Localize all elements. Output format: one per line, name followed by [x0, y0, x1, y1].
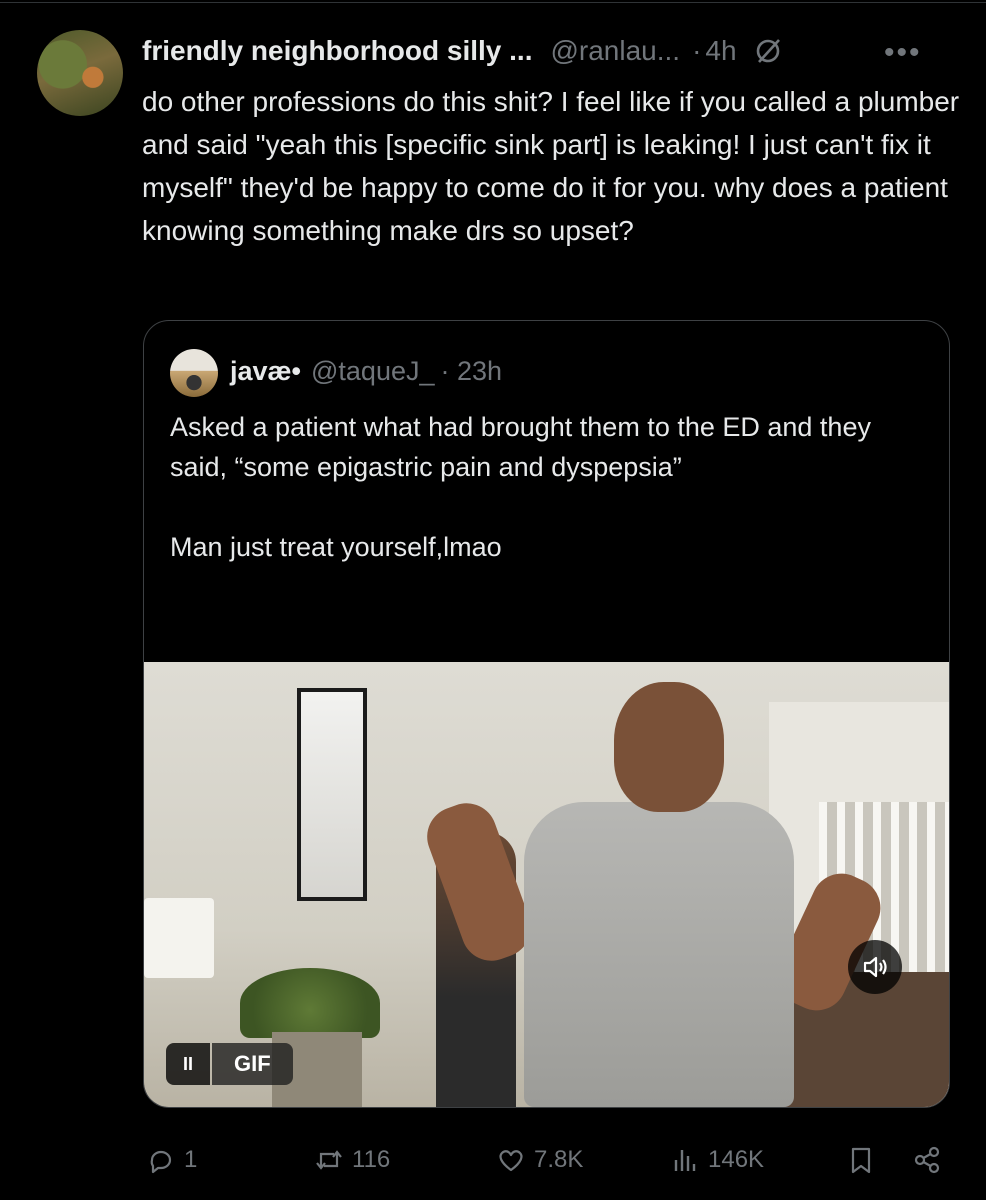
tweet-time[interactable]: 4h	[705, 35, 736, 67]
quoted-text: Asked a patient what had brought them to…	[170, 412, 871, 562]
more-icon[interactable]: •••	[884, 36, 922, 70]
grok-icon[interactable]	[753, 36, 783, 66]
bookmark-button[interactable]	[846, 1140, 884, 1180]
volume-icon[interactable]	[848, 940, 902, 994]
quoted-time: · 23h	[440, 355, 503, 386]
like-button[interactable]: 7.8K	[496, 1140, 583, 1180]
gif-man-torso	[524, 802, 794, 1107]
reply-button[interactable]: 1	[146, 1140, 197, 1180]
tweet-header: friendly neighborhood silly ... @ranlau.…	[142, 33, 783, 69]
view-count: 146K	[708, 1146, 765, 1173]
gif-man-head	[614, 682, 724, 812]
like-icon	[499, 1150, 523, 1172]
quoted-author-avatar[interactable]	[170, 349, 218, 397]
tweet-text: do other professions do this shit? I fee…	[142, 86, 967, 246]
gif-lamp	[144, 898, 214, 978]
gif-dancing-man	[418, 682, 891, 1107]
author-name[interactable]: friendly neighborhood silly ...	[142, 35, 532, 67]
gif-badge: GIF	[212, 1043, 293, 1085]
gif-wall-frame	[297, 688, 367, 901]
reply-icon	[150, 1150, 172, 1174]
quoted-header: javæ• @taqueJ_ · 23h	[230, 353, 502, 389]
action-bar: 1 116 7.8K 146K	[142, 1140, 962, 1180]
quoted-author-handle[interactable]: @taqueJ_	[311, 356, 435, 387]
bookmark-icon	[851, 1147, 871, 1174]
share-icon	[914, 1146, 940, 1174]
time-separator: ·	[692, 35, 702, 66]
quoted-author-name[interactable]: javæ•	[230, 356, 301, 387]
author-handle[interactable]: @ranlau...	[550, 35, 680, 67]
quoted-tweet[interactable]: javæ• @taqueJ_ · 23h Asked a patient wha…	[143, 320, 950, 1108]
top-divider	[0, 2, 986, 3]
like-count: 7.8K	[534, 1146, 584, 1173]
gif-media[interactable]: II GIF	[144, 662, 949, 1107]
gif-controls: II GIF	[166, 1043, 293, 1085]
reply-count: 1	[184, 1146, 198, 1173]
views-icon	[674, 1150, 696, 1171]
repost-icon	[316, 1150, 342, 1170]
author-avatar[interactable]	[37, 30, 123, 116]
repost-button[interactable]: 116	[314, 1140, 390, 1180]
gif-plant	[240, 968, 380, 1038]
share-button[interactable]	[912, 1140, 950, 1180]
pause-icon[interactable]: II	[166, 1043, 210, 1085]
views-button[interactable]: 146K	[670, 1140, 764, 1180]
repost-count: 116	[352, 1146, 391, 1173]
